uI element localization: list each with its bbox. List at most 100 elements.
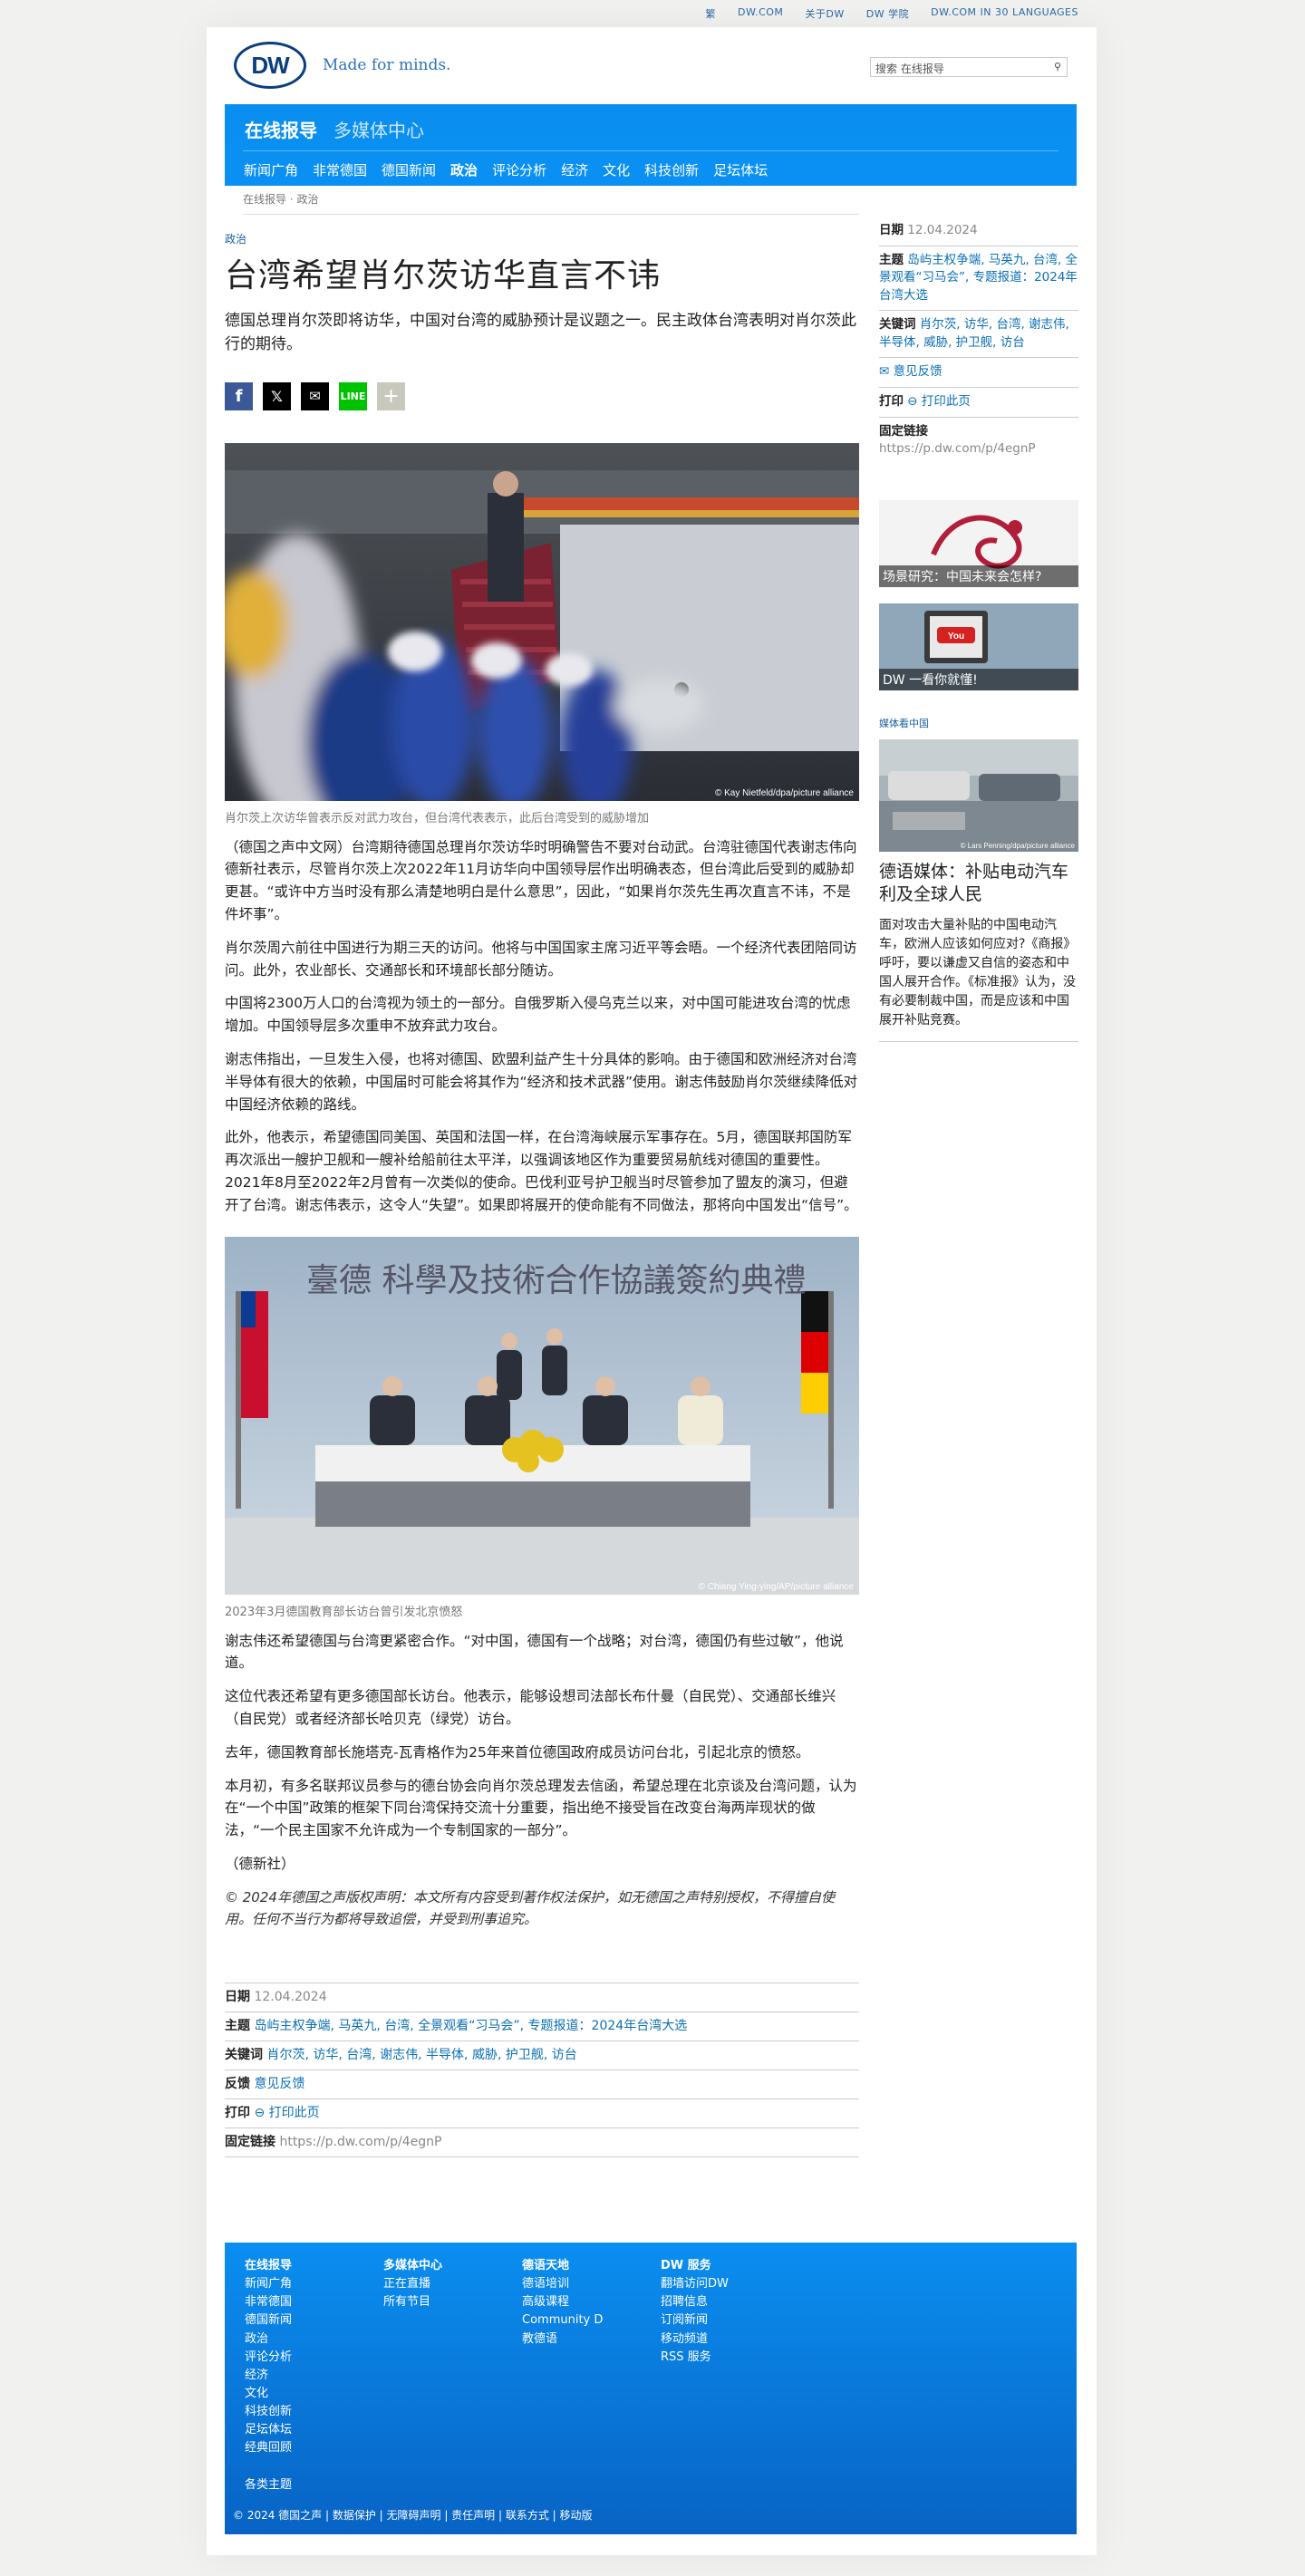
side-print-text: 打印此页 (921, 393, 971, 409)
dw-logo[interactable]: DW (234, 42, 308, 89)
footer-all-topics[interactable]: 各类主题 (245, 2475, 292, 2492)
meta-topics[interactable]: 岛屿主权争端, 马英九, 台湾, 全景观看“习马会”, 专题报道：2024年台湾… (254, 2019, 687, 2033)
footer-link[interactable]: 科技创新 (245, 2403, 383, 2421)
footer-link[interactable]: 移动频道 (661, 2330, 799, 2349)
meta-print-label: 打印 (225, 2105, 250, 2120)
footer-link[interactable]: 评论分析 (245, 2349, 383, 2367)
article-meta: 日期 12.04.2024 主题 岛屿主权争端, 马英九, 台湾, 全景观看“习… (225, 1982, 859, 2157)
ev-story-image[interactable]: © Lars Penning/dpa/picture alliance (879, 738, 1078, 852)
plus-icon[interactable]: + (377, 381, 405, 410)
image2-credit: © Chiang Ying-ying/AP/picture alliance (699, 1582, 855, 1592)
media-china-label[interactable]: 媒体看中国 (879, 716, 1078, 730)
nav-item-sports[interactable]: 足坛体坛 (713, 160, 768, 179)
languages-link[interactable]: DW.COM IN 30 LANGUAGES (931, 6, 1078, 21)
article: 政治 台湾希望肖尔茨访华直言不讳 德国总理肖尔茨即将访华，中国对台湾的威胁预计是… (225, 231, 859, 2157)
feedback-icon: ✉ (879, 364, 894, 380)
footer-col-multimedia: 多媒体中心 正在直播 所有节目 (383, 2257, 522, 2458)
footer-link[interactable]: 招聘信息 (661, 2293, 799, 2311)
footer-link[interactable]: 文化 (245, 2385, 383, 2403)
footer-link[interactable]: 经济 (245, 2367, 383, 2385)
paragraph-4: 谢志伟指出，一旦发生入侵，也将对德国、欧盟利益产生十分具体的影响。由于德国和欧洲… (225, 1051, 858, 1113)
nav-item-news[interactable]: 新闻广角 (244, 160, 298, 179)
search-icon[interactable]: ⚲ (1054, 61, 1061, 72)
copyright-notice: © 2024年德国之声版权声明：本文所有内容受到著作权法保护，如无德国之声特别授… (225, 1888, 835, 1927)
print-link[interactable]: ⊖ 打印此页 (254, 2106, 319, 2120)
footer-link[interactable]: 翻墙访问DW (661, 2275, 799, 2293)
footer-col-services: DW 服务 翻墙访问DW 招聘信息 订阅新闻 移动频道 RSS 服务 (661, 2257, 799, 2458)
footer-link[interactable]: 正在直播 (383, 2275, 522, 2293)
footer-link[interactable]: 政治 (245, 2330, 383, 2349)
teaser-dw-explainer[interactable]: You DW 一看你就懂! (879, 603, 1078, 690)
paragraph-7: 这位代表还希望有更多德国部长访台。他表示，能够设想司法部长布什曼（自民党）、交通… (225, 1688, 836, 1728)
footer-link[interactable]: Community D (522, 2311, 661, 2330)
footer-link[interactable]: 高级课程 (522, 2293, 661, 2311)
footer-link[interactable]: 德国新闻 (245, 2311, 383, 2330)
footer-col2-title[interactable]: 多媒体中心 (383, 2257, 522, 2275)
dw-com-link[interactable]: DW.COM (738, 6, 783, 21)
top-links: 繁 DW.COM 关于DW DW 学院 DW.COM IN 30 LANGUAG… (706, 6, 1079, 21)
masthead: DW Made for minds. 搜索 在线报导 ⚲ (234, 42, 1068, 96)
article-title: 台湾希望肖尔茨访华直言不讳 (225, 257, 662, 294)
footer-link[interactable]: 非常德国 (245, 2293, 383, 2311)
footer-link[interactable]: 教德语 (522, 2330, 661, 2349)
tagline: Made for minds. (323, 56, 451, 74)
side-print-link[interactable]: ⊖ 打印此页 (907, 394, 971, 409)
image1-caption: 肖尔茨上次访华曾表示反对武力攻台，但台湾代表表示，此后台湾受到的威胁增加 (225, 811, 650, 825)
sidebar: 日期 12.04.2024 主题 岛屿主权争端, 马英九, 台湾, 全景观看“习… (879, 217, 1078, 1042)
search-input[interactable]: 搜索 在线报导 ⚲ (870, 57, 1068, 77)
nav-item-german-news[interactable]: 德国新闻 (382, 160, 436, 179)
side-feedback-link[interactable]: ✉ 意见反馈 (879, 364, 942, 379)
nav-item-politics[interactable]: 政治 (450, 160, 478, 179)
side-date-label: 日期 (879, 223, 904, 237)
side-print-icon: ⊖ (907, 393, 922, 409)
footer-link[interactable]: 新闻广角 (245, 2275, 383, 2293)
teaser-future-china[interactable]: 场景研究：中国未来会怎样? (879, 499, 1078, 587)
permalink[interactable]: https://p.dw.com/p/4egnP (279, 2135, 441, 2149)
breadcrumb[interactable]: 在线报导 · 政治 (243, 191, 859, 215)
footer-link[interactable]: 所有节目 (383, 2293, 522, 2311)
footer-col3-title[interactable]: 德语天地 (522, 2257, 661, 2275)
image2-caption: 2023年3月德国教育部长访台曾引发北京愤怒 (225, 1605, 463, 1619)
footer-link[interactable]: 足坛体坛 (245, 2421, 383, 2439)
lang-trad-link[interactable]: 繁 (706, 6, 717, 21)
footer-legal: © 2024 德国之声 | 数据保护 | 无障碍声明 | 责任声明 | 联系方式… (233, 2509, 593, 2522)
nav-item-culture[interactable]: 文化 (603, 160, 630, 179)
meta-keywords[interactable]: 肖尔茨, 访华, 台湾, 谢志伟, 半导体, 威胁, 护卫舰, 访台 (266, 2048, 576, 2062)
side-date: 12.04.2024 (907, 223, 978, 237)
side-link-label: 固定链接 (879, 423, 928, 439)
paragraph-10: （德新社） (225, 1856, 295, 1873)
logo-text: DW (237, 44, 304, 86)
line-icon[interactable]: LINE (339, 381, 367, 410)
nav-item-analysis[interactable]: 评论分析 (492, 160, 546, 179)
page-container: DW Made for minds. 搜索 在线报导 ⚲ 在线报导 多媒体中心 … (207, 27, 1097, 2555)
about-dw-link[interactable]: 关于DW (805, 6, 844, 21)
footer-link[interactable]: RSS 服务 (661, 2349, 799, 2367)
footer-link[interactable]: 经典回顾 (245, 2439, 383, 2457)
dw-academy-link[interactable]: DW 学院 (866, 6, 909, 21)
footer-link[interactable]: 订阅新闻 (661, 2311, 799, 2330)
nav-item-science[interactable]: 科技创新 (644, 160, 699, 179)
nav-item-germany[interactable]: 非常德国 (313, 160, 367, 179)
footer-link[interactable]: 德语培训 (522, 2275, 661, 2293)
footer: 在线报导 新闻广角 非常德国 德国新闻 政治 评论分析 经济 文化 科技创新 足… (225, 2243, 1077, 2534)
mail-icon[interactable]: ✉ (301, 381, 329, 410)
facebook-icon[interactable]: f (225, 381, 253, 410)
nav-item-economy[interactable]: 经济 (561, 160, 588, 179)
x-icon[interactable]: 𝕏 (263, 381, 291, 410)
paragraph-5: 此外，他表示，希望德国同美国、英国和法国一样，在台湾海峡展示军事存在。5月，德国… (225, 1129, 858, 1213)
article-kicker[interactable]: 政治 (225, 231, 859, 246)
side-permalink[interactable]: https://p.dw.com/p/4egnP (879, 441, 1036, 456)
signing-image[interactable]: 臺德 科學及技術合作協議簽約典禮 © Chiang Ying-ying/AP/p… (225, 1236, 859, 1595)
paragraph-8: 去年，德国教育部长施塔克-瓦青格作为25年来首位德国政府成员访问台北，引起北京的… (225, 1743, 810, 1761)
nav-section-multimedia[interactable]: 多媒体中心 (334, 116, 424, 142)
footer-col4-title[interactable]: DW 服务 (661, 2257, 799, 2275)
nav-divider (243, 150, 1058, 151)
footer-col1-title[interactable]: 在线报导 (245, 2257, 383, 2275)
ev-story-title[interactable]: 德语媒体：补贴电动汽车利及全球人民 (879, 861, 1078, 907)
footer-col-online: 在线报导 新闻广角 非常德国 德国新闻 政治 评论分析 经济 文化 科技创新 足… (245, 2257, 383, 2458)
side-feedback-text: 意见反馈 (893, 364, 942, 380)
nav-section-online[interactable]: 在线报导 (245, 116, 317, 142)
lead-image[interactable]: © Kay Nietfeld/dpa/picture alliance (225, 442, 859, 801)
feedback-link[interactable]: 意见反馈 (254, 2077, 304, 2091)
side-topics[interactable]: 岛屿主权争端, 马英九, 台湾, 全景观看“习马会”, 专题报道：2024年台湾… (879, 253, 1078, 303)
